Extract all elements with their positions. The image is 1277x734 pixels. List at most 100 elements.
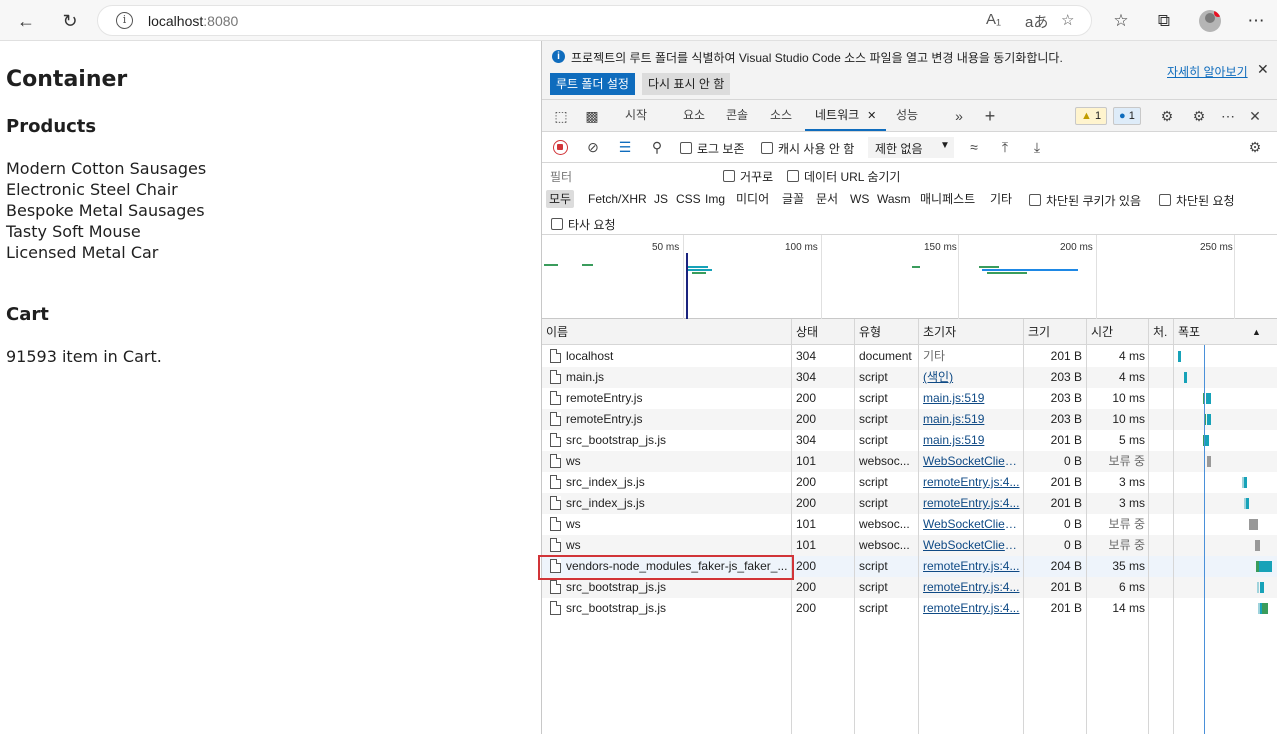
- favorites-icon[interactable]: ☆: [1106, 6, 1136, 36]
- tab-start[interactable]: 시작: [625, 100, 647, 131]
- request-initiator[interactable]: main.js:519: [923, 430, 1020, 451]
- request-initiator[interactable]: main.js:519: [923, 409, 1020, 430]
- filter-icon[interactable]: ☰: [615, 137, 635, 157]
- address-bar[interactable]: i localhost:8080 A₁ aあ ☆: [97, 5, 1092, 36]
- more-icon[interactable]: ⋯: [1241, 6, 1271, 36]
- refresh-icon[interactable]: ↻: [55, 6, 85, 36]
- table-row[interactable]: ws 101 websoc... WebSocketClien... 0 B 보류 중: [542, 451, 1277, 472]
- add-tab-icon[interactable]: +: [980, 106, 1000, 126]
- back-icon[interactable]: ←: [11, 6, 41, 36]
- close-devtools-icon[interactable]: ✕: [1245, 106, 1265, 126]
- filter-type-manifest[interactable]: 매니페스트: [917, 190, 978, 208]
- translate-icon[interactable]: aあ: [1025, 11, 1048, 32]
- network-settings-icon[interactable]: ⚙: [1245, 137, 1265, 157]
- request-name[interactable]: remoteEntry.js: [566, 409, 788, 430]
- table-row[interactable]: ws 101 websoc... WebSocketClien... 0 B 보류 중: [542, 514, 1277, 535]
- table-row[interactable]: remoteEntry.js 200 script main.js:519 203 B 1…: [542, 388, 1277, 409]
- request-name[interactable]: src_bootstrap_js.js: [566, 430, 788, 451]
- read-aloud-icon[interactable]: A₁: [986, 11, 1001, 28]
- request-initiator[interactable]: main.js:519: [923, 388, 1020, 409]
- filter-type-fetch[interactable]: Fetch/XHR: [585, 190, 650, 208]
- inspect-icon[interactable]: ⬚: [551, 106, 571, 126]
- table-row[interactable]: src_bootstrap_js.js 200 script remoteEntry.…: [542, 598, 1277, 619]
- tab-sources[interactable]: 소스: [770, 100, 792, 131]
- filter-type-js[interactable]: JS: [651, 190, 671, 208]
- table-row[interactable]: remoteEntry.js 200 script main.js:519 203 B 1…: [542, 409, 1277, 430]
- warnings-badge[interactable]: ▲ 1: [1075, 107, 1108, 125]
- third-party-checkbox[interactable]: [551, 218, 563, 230]
- request-initiator[interactable]: remoteEntry.js:4...: [923, 556, 1020, 577]
- filter-type-wasm[interactable]: Wasm: [874, 190, 914, 208]
- collections-icon[interactable]: ⧉: [1149, 6, 1179, 36]
- blocked-cookies-checkbox[interactable]: [1029, 194, 1041, 206]
- learn-more-link[interactable]: 자세히 알아보기: [1167, 63, 1248, 80]
- set-root-button[interactable]: 루트 폴더 설정: [550, 73, 635, 95]
- throttle-select[interactable]: 제한 없음 ▼: [868, 137, 954, 158]
- dont-show-button[interactable]: 다시 표시 안 함: [642, 73, 731, 95]
- table-row[interactable]: ws 101 websoc... WebSocketClien... 0 B 보류 중: [542, 535, 1277, 556]
- settings-icon[interactable]: ⚙: [1157, 106, 1177, 126]
- filter-type-other[interactable]: 기타: [987, 190, 1015, 208]
- filter-type-css[interactable]: CSS: [673, 190, 704, 208]
- more-tabs-icon[interactable]: »: [949, 106, 969, 126]
- col-status[interactable]: 상태: [792, 319, 818, 345]
- customize-icon[interactable]: ⚙: [1189, 106, 1209, 126]
- request-name[interactable]: src_bootstrap_js.js: [566, 598, 788, 619]
- blocked-requests-checkbox[interactable]: [1159, 194, 1171, 206]
- add-favorite-icon[interactable]: ☆: [1061, 11, 1074, 29]
- col-waterfall[interactable]: 폭포: [1174, 319, 1200, 345]
- request-name[interactable]: main.js: [566, 367, 788, 388]
- request-initiator[interactable]: WebSocketClien...: [923, 535, 1020, 556]
- device-toolbar-icon[interactable]: ▩: [582, 106, 602, 126]
- col-time[interactable]: 시간: [1087, 319, 1113, 345]
- request-initiator[interactable]: remoteEntry.js:4...: [923, 598, 1020, 619]
- invert-checkbox[interactable]: [723, 170, 735, 182]
- search-icon[interactable]: ⚲: [647, 137, 667, 157]
- record-icon[interactable]: [553, 140, 568, 155]
- filter-input[interactable]: 필터: [546, 167, 708, 187]
- filter-type-doc[interactable]: 문서: [813, 190, 841, 208]
- filter-type-media[interactable]: 미디어: [733, 190, 772, 208]
- tab-performance[interactable]: 성능: [896, 100, 918, 131]
- disable-cache-checkbox[interactable]: [761, 142, 773, 154]
- filter-type-font[interactable]: 글꼴: [779, 190, 807, 208]
- request-name[interactable]: remoteEntry.js: [566, 388, 788, 409]
- clear-icon[interactable]: ⊘: [583, 137, 603, 157]
- import-har-icon[interactable]: ⤒: [995, 137, 1015, 157]
- request-initiator[interactable]: remoteEntry.js:4...: [923, 577, 1020, 598]
- request-name[interactable]: ws: [566, 535, 788, 556]
- export-har-icon[interactable]: ⤓: [1027, 137, 1047, 157]
- table-row[interactable]: src_bootstrap_js.js 200 script remoteEntry.…: [542, 577, 1277, 598]
- tab-console[interactable]: 콘솔: [726, 100, 748, 131]
- tab-elements[interactable]: 요소: [683, 100, 705, 131]
- request-initiator[interactable]: remoteEntry.js:4...: [923, 493, 1020, 514]
- table-row[interactable]: localhost 304 document 기타 201 B 4 ms: [542, 346, 1277, 367]
- request-initiator[interactable]: WebSocketClien...: [923, 451, 1020, 472]
- table-row[interactable]: src_index_js.js 200 script remoteEntry.js:4…: [542, 493, 1277, 514]
- info-icon[interactable]: i: [116, 12, 133, 29]
- filter-type-all[interactable]: 모두: [546, 190, 575, 208]
- request-name[interactable]: src_bootstrap_js.js: [566, 577, 788, 598]
- col-priority[interactable]: 처.: [1149, 319, 1167, 345]
- request-name[interactable]: localhost: [566, 346, 788, 367]
- request-name[interactable]: ws: [566, 451, 788, 472]
- col-type[interactable]: 유형: [855, 319, 881, 345]
- network-conditions-icon[interactable]: ≈: [964, 137, 984, 157]
- hide-data-urls-checkbox[interactable]: [787, 170, 799, 182]
- request-name[interactable]: src_index_js.js: [566, 472, 788, 493]
- table-row[interactable]: main.js 304 script (색인) 203 B 4 ms: [542, 367, 1277, 388]
- profile-icon[interactable]: [1199, 10, 1221, 32]
- network-overview[interactable]: 50 ms 100 ms 150 ms 200 ms 250 ms: [542, 235, 1277, 319]
- filter-type-ws[interactable]: WS: [847, 190, 872, 208]
- col-size[interactable]: 크기: [1024, 319, 1050, 345]
- preserve-log-checkbox[interactable]: [680, 142, 692, 154]
- more-options-icon[interactable]: ⋯: [1218, 106, 1238, 126]
- col-name[interactable]: 이름: [542, 319, 568, 345]
- col-initiator[interactable]: 초기자: [919, 319, 956, 345]
- request-initiator[interactable]: remoteEntry.js:4...: [923, 472, 1020, 493]
- request-initiator[interactable]: (색인): [923, 367, 1020, 388]
- table-row[interactable]: src_bootstrap_js.js 304 script main.js:519 2…: [542, 430, 1277, 451]
- request-name[interactable]: src_index_js.js: [566, 493, 788, 514]
- messages-badge[interactable]: ● 1: [1113, 107, 1141, 125]
- request-initiator[interactable]: WebSocketClien...: [923, 514, 1020, 535]
